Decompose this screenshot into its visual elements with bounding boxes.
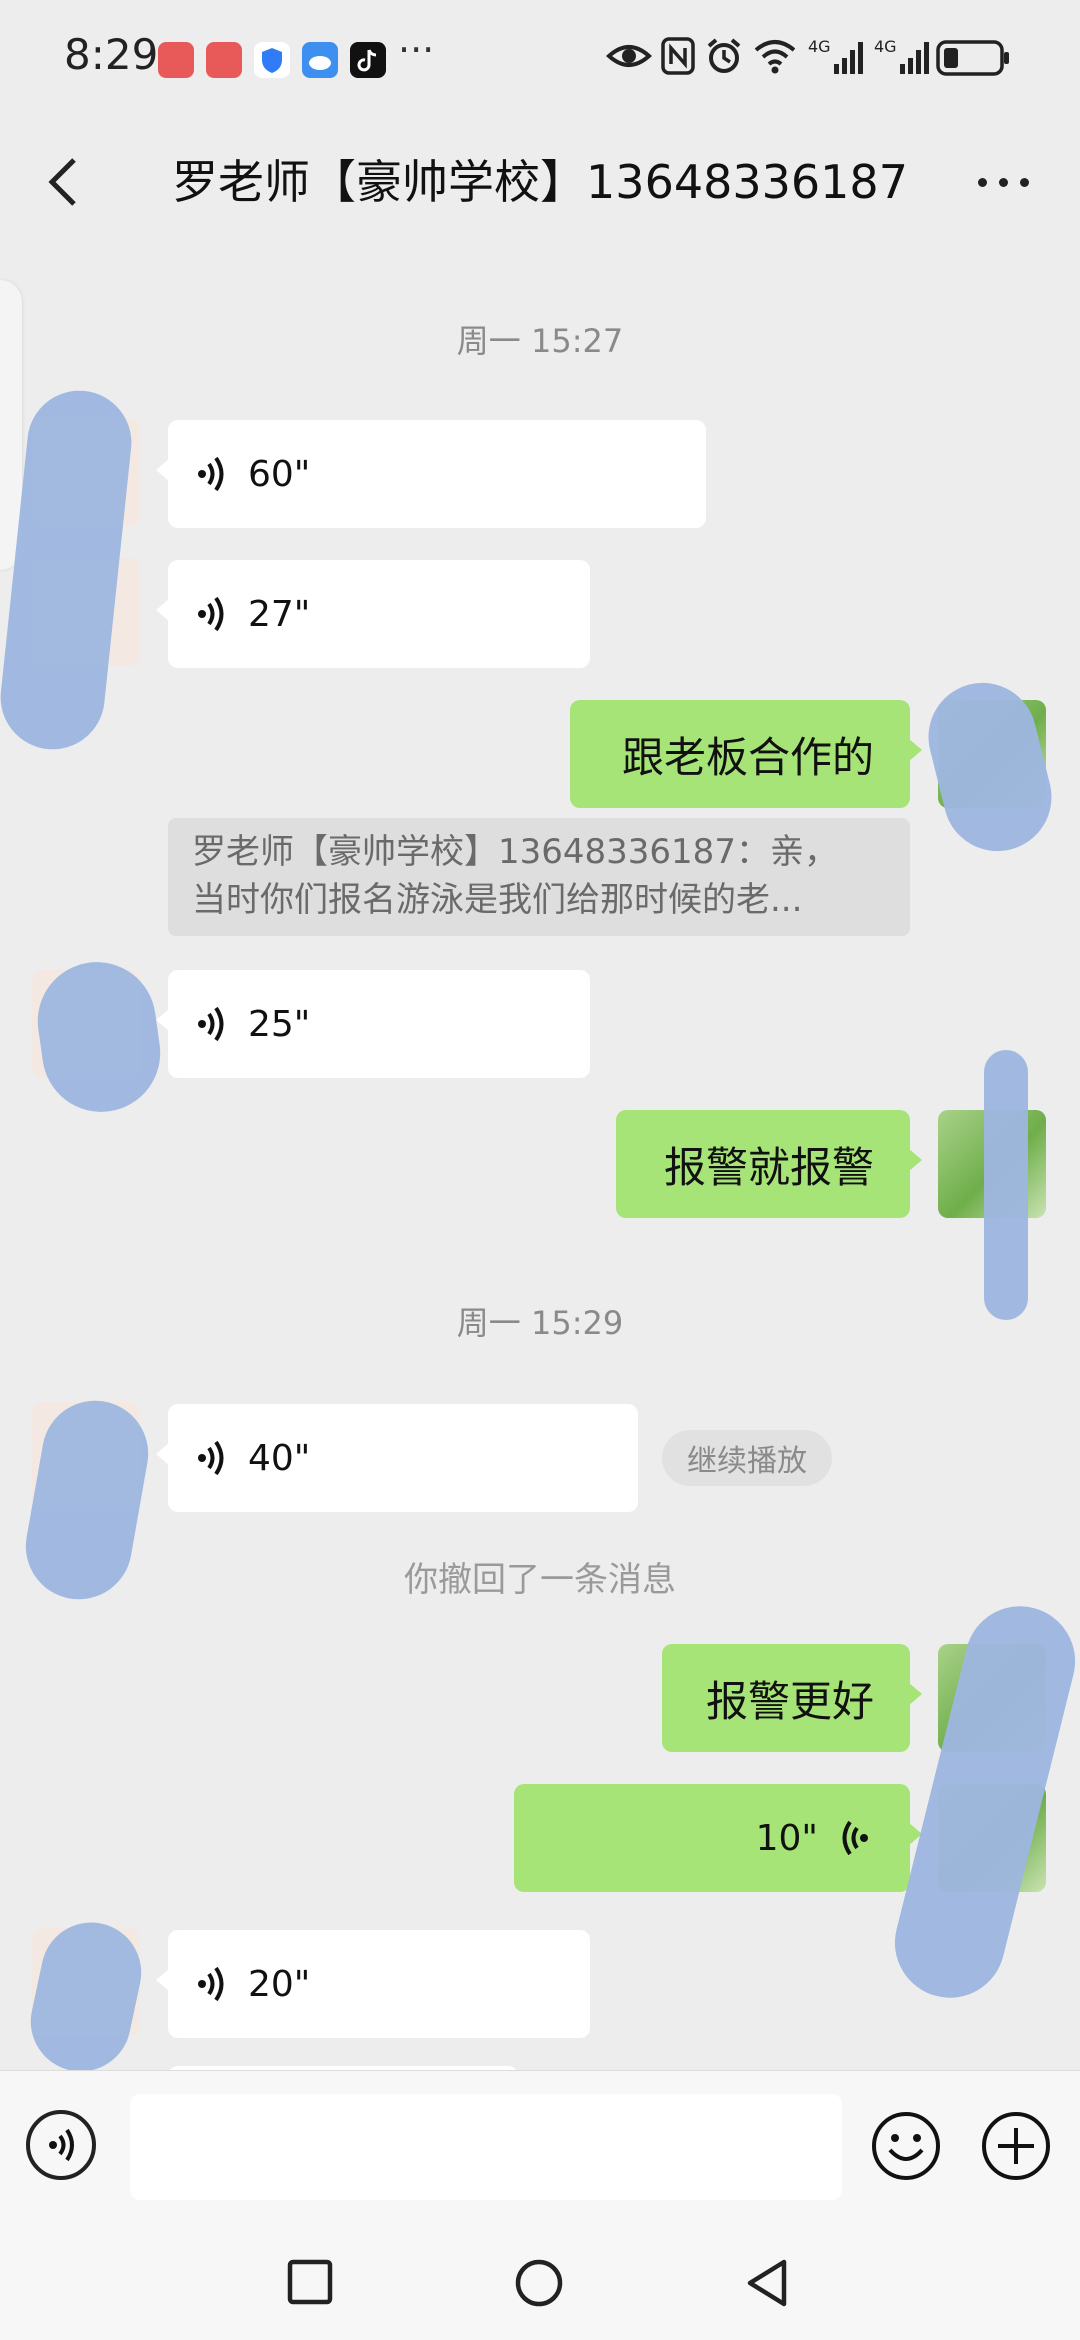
voice-wave-icon [198, 1440, 224, 1476]
more-options-button[interactable] [968, 152, 1038, 212]
voice-message-bubble[interactable]: 27" [156, 560, 590, 668]
voice-duration: 25" [248, 1003, 311, 1045]
voice-message-bubble[interactable]: 60" [156, 420, 706, 528]
voice-duration: 27" [248, 593, 311, 635]
message-text: 报警更好 [705, 1676, 874, 1726]
redaction-scribble [883, 1594, 1080, 2010]
message-input[interactable] [130, 2094, 842, 2200]
redaction-scribble [917, 671, 1063, 863]
voice-wave-icon [198, 1006, 224, 1042]
voice-wave-icon [198, 596, 224, 632]
more-functions-button[interactable] [980, 2110, 1052, 2182]
svg-text:4G: 4G [874, 37, 897, 56]
continue-play-button[interactable]: 继续播放 [662, 1430, 832, 1486]
redaction-scribble [0, 385, 137, 755]
square-icon [287, 2259, 333, 2305]
voice-duration: 60" [248, 453, 311, 495]
shield-app-icon [254, 42, 290, 78]
text-message-bubble[interactable]: 报警更好 [662, 1644, 922, 1752]
chat-title: 罗老师【豪帅学校】13648336187 [172, 155, 908, 209]
circle-icon [515, 2259, 563, 2307]
text-message-bubble[interactable]: 跟老板合作的 [570, 700, 922, 808]
back-nav-button[interactable] [744, 2258, 792, 2307]
message-text: 报警就报警 [663, 1142, 874, 1192]
redaction-scribble [984, 1050, 1028, 1320]
dot-icon [977, 177, 987, 187]
more-notifications-indicator: ··· [398, 28, 435, 72]
notification-app-icon [206, 42, 242, 78]
battery-icon [936, 40, 1010, 84]
voice-input-toggle-button[interactable] [26, 2110, 96, 2180]
signal-icon: 4G [808, 36, 866, 86]
home-button[interactable] [514, 2258, 563, 2307]
voice-duration: 40" [248, 1437, 311, 1479]
voice-wave-icon [842, 1820, 868, 1856]
dot-icon [1019, 177, 1029, 187]
voice-wave-icon [198, 1966, 224, 2002]
cloud-app-icon [302, 42, 338, 78]
voice-message-bubble[interactable]: 20" [156, 1930, 590, 2038]
signal-icon: 4G [874, 36, 932, 86]
emoji-button[interactable] [870, 2110, 942, 2182]
voice-message-bubble[interactable]: 10" [514, 1784, 922, 1892]
svg-text:4G: 4G [808, 37, 831, 56]
voice-duration: 10" [755, 1817, 818, 1859]
voice-message-bubble[interactable]: 25" [156, 970, 590, 1078]
status-time: 8:29 [64, 30, 159, 79]
chat-message-list[interactable]: 周一 15:27 60" 27" 跟老板合作的 罗老师【豪帅学校】1364833… [0, 242, 1080, 2070]
voice-wave-icon [198, 456, 224, 492]
recent-apps-button[interactable] [286, 2258, 334, 2306]
dot-icon [998, 177, 1008, 187]
voice-duration: 20" [248, 1963, 311, 2005]
eye-icon [606, 36, 652, 84]
nfc-icon [660, 36, 696, 84]
alarm-icon [704, 36, 744, 84]
text-message-bubble[interactable]: 报警就报警 [616, 1110, 922, 1218]
quoted-text-line: 当时你们报名游泳是我们给那时候的老... [192, 880, 803, 920]
chevron-left-icon [48, 158, 76, 206]
timestamp-label: 周一 15:29 [456, 1304, 624, 1342]
notification-app-icon [158, 42, 194, 78]
voice-icon [49, 2128, 74, 2162]
wifi-icon [752, 36, 798, 84]
recall-notice: 你撤回了一条消息 [404, 1560, 676, 1600]
smiley-icon [872, 2112, 940, 2180]
back-button[interactable] [34, 146, 90, 218]
status-bar: 8:29 ··· 4G 4G [0, 0, 1080, 120]
triangle-back-icon [747, 2259, 787, 2307]
quoted-message[interactable]: 罗老师【豪帅学校】13648336187：亲， 当时你们报名游泳是我们给那时候的… [168, 818, 910, 936]
timestamp-label: 周一 15:27 [456, 322, 624, 360]
tiktok-icon [350, 42, 386, 78]
plus-circle-icon [982, 2112, 1050, 2180]
message-text: 跟老板合作的 [621, 732, 874, 782]
quoted-text-line: 罗老师【豪帅学校】13648336187：亲， [192, 832, 838, 872]
voice-message-bubble[interactable]: 40" [156, 1404, 638, 1512]
